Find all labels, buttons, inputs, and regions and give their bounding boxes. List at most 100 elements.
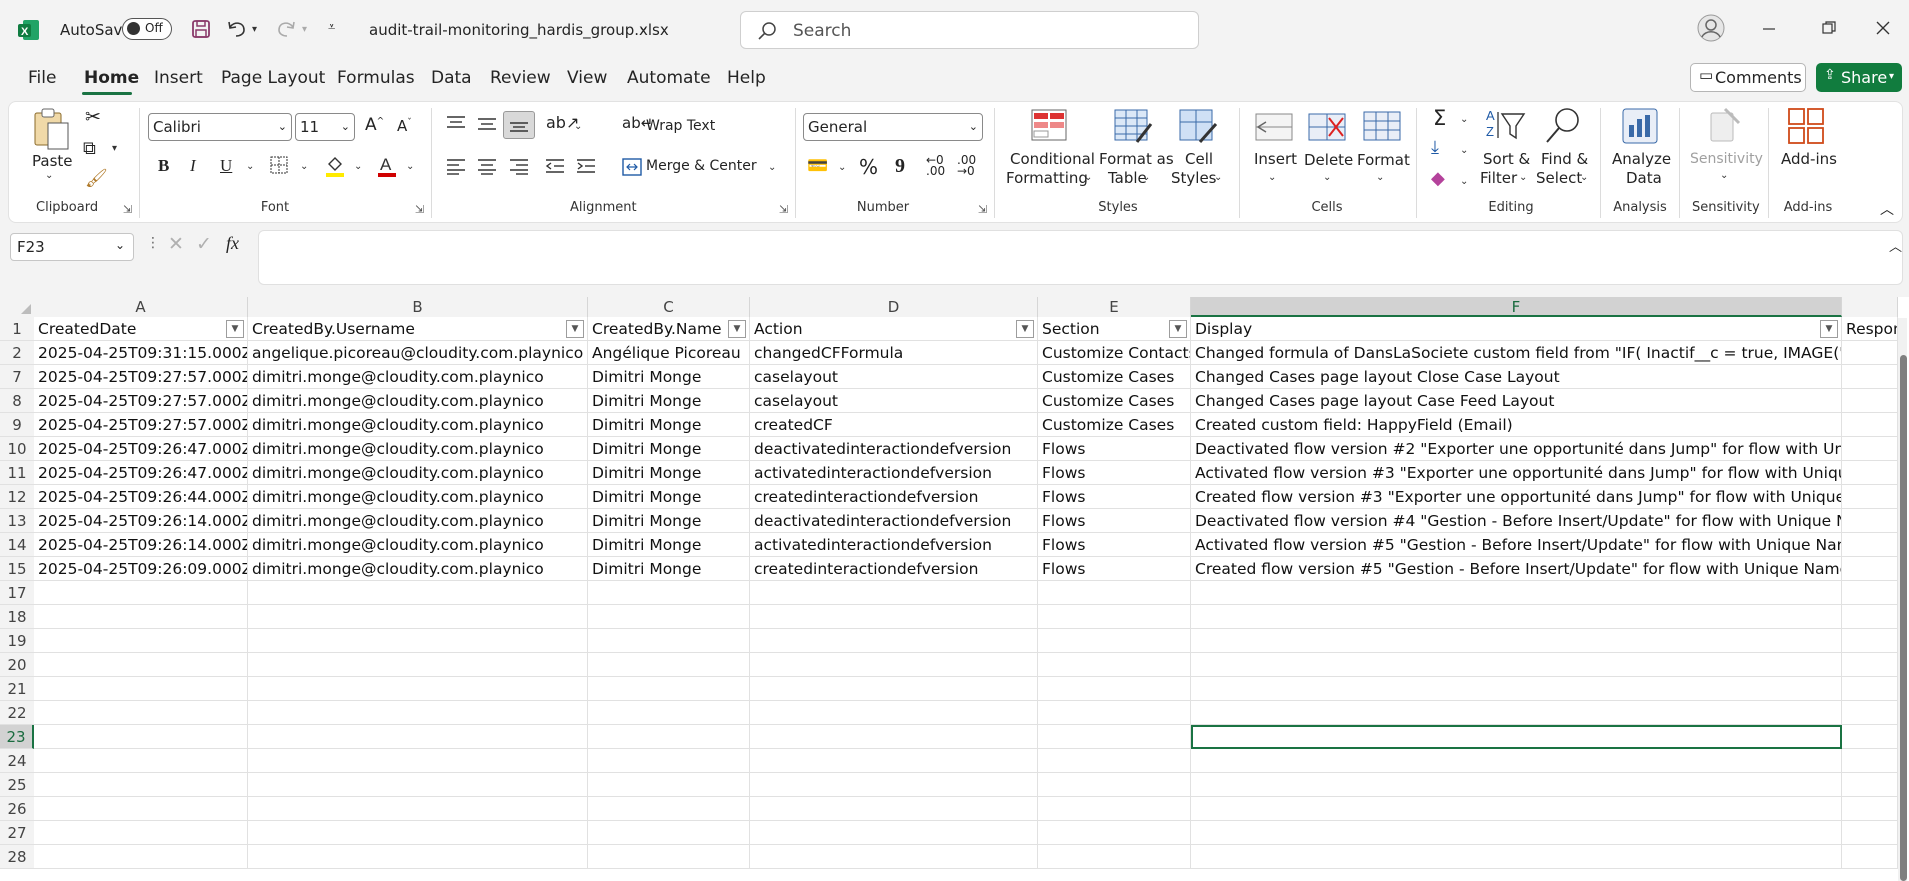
cell-e7[interactable]: Customize Cases bbox=[1038, 365, 1191, 389]
cell-a18[interactable] bbox=[34, 605, 248, 629]
cell-c27[interactable] bbox=[588, 821, 750, 845]
cell-b23[interactable] bbox=[248, 725, 588, 749]
cell-f18[interactable] bbox=[1191, 605, 1842, 629]
cell-f26[interactable] bbox=[1191, 797, 1842, 821]
percent-style-button[interactable]: % bbox=[859, 155, 878, 179]
row-header-7[interactable]: 7 bbox=[0, 365, 34, 389]
tab-insert[interactable]: Insert bbox=[154, 68, 203, 88]
cell-e8[interactable]: Customize Cases bbox=[1038, 389, 1191, 413]
header-cell-d[interactable]: Action bbox=[750, 317, 1038, 341]
delete-label[interactable]: Delete bbox=[1304, 151, 1353, 169]
customize-toolbar-icon[interactable]: ⩡ bbox=[328, 20, 335, 35]
cell-a10[interactable]: 2025-04-25T09:26:47.000Z bbox=[34, 437, 248, 461]
sort-filter-dropdown-icon[interactable]: ⌄ bbox=[1519, 172, 1527, 183]
cell-b27[interactable] bbox=[248, 821, 588, 845]
autosum-dropdown-icon[interactable]: ⌄ bbox=[1460, 114, 1468, 125]
row-header-27[interactable]: 27 bbox=[0, 821, 34, 845]
cell-d27[interactable] bbox=[750, 821, 1038, 845]
cell-g18[interactable] bbox=[1842, 605, 1898, 629]
cell-e21[interactable] bbox=[1038, 677, 1191, 701]
cell-g15[interactable] bbox=[1842, 557, 1898, 581]
cell-e9[interactable]: Customize Cases bbox=[1038, 413, 1191, 437]
cell-b19[interactable] bbox=[248, 629, 588, 653]
add-ins-label[interactable]: Add-ins bbox=[1781, 150, 1837, 168]
header-cell-f[interactable]: Display bbox=[1191, 317, 1842, 341]
cell-f9[interactable]: Created custom field: HappyField (Email) bbox=[1191, 413, 1842, 437]
header-cell-g[interactable]: Respon bbox=[1842, 317, 1898, 341]
align-middle-icon[interactable] bbox=[476, 114, 498, 132]
cell-c7[interactable]: Dimitri Monge bbox=[588, 365, 750, 389]
row-header-11[interactable]: 11 bbox=[0, 461, 34, 485]
header-cell-c[interactable]: CreatedBy.Name bbox=[588, 317, 750, 341]
cell-e19[interactable] bbox=[1038, 629, 1191, 653]
row-header-24[interactable]: 24 bbox=[0, 749, 34, 773]
find-select-label[interactable]: Find & bbox=[1541, 150, 1588, 168]
cell-g23[interactable] bbox=[1842, 725, 1898, 749]
wrap-text-button[interactable]: Wrap Text bbox=[646, 118, 715, 134]
cell-a25[interactable] bbox=[34, 773, 248, 797]
cell-a15[interactable]: 2025-04-25T09:26:09.000Z bbox=[34, 557, 248, 581]
cell-styles-icon[interactable] bbox=[1178, 108, 1218, 146]
cell-b24[interactable] bbox=[248, 749, 588, 773]
cell-g14[interactable] bbox=[1842, 533, 1898, 557]
cell-d7[interactable]: caselayout bbox=[750, 365, 1038, 389]
row-header-13[interactable]: 13 bbox=[0, 509, 34, 533]
fill-icon[interactable]: ⤓ bbox=[1431, 137, 1439, 158]
add-ins-icon[interactable] bbox=[1787, 107, 1825, 145]
increase-font-icon[interactable]: A^ bbox=[365, 115, 384, 135]
conditional-dropdown-icon[interactable]: ⌄ bbox=[1084, 172, 1092, 183]
format-table-dropdown-icon[interactable]: ⌄ bbox=[1142, 172, 1150, 183]
increase-indent-icon[interactable] bbox=[575, 157, 597, 175]
cell-g12[interactable] bbox=[1842, 485, 1898, 509]
cell-d18[interactable] bbox=[750, 605, 1038, 629]
underline-dropdown-icon[interactable]: ⌄ bbox=[246, 161, 254, 172]
cell-a28[interactable] bbox=[34, 845, 248, 869]
cell-e18[interactable] bbox=[1038, 605, 1191, 629]
alignment-launcher-icon[interactable]: ⇲ bbox=[779, 203, 788, 216]
row-header-8[interactable]: 8 bbox=[0, 389, 34, 413]
cell-g28[interactable] bbox=[1842, 845, 1898, 869]
cell-f22[interactable] bbox=[1191, 701, 1842, 725]
cell-g22[interactable] bbox=[1842, 701, 1898, 725]
cell-a24[interactable] bbox=[34, 749, 248, 773]
number-format-select[interactable]: General ⌄ bbox=[803, 113, 983, 141]
format-label[interactable]: Format bbox=[1357, 151, 1410, 169]
accounting-dropdown-icon[interactable]: ⌄ bbox=[838, 162, 846, 173]
cell-f2[interactable]: Changed formula of DansLaSociete custom … bbox=[1191, 341, 1842, 365]
cell-a12[interactable]: 2025-04-25T09:26:44.000Z bbox=[34, 485, 248, 509]
cell-c19[interactable] bbox=[588, 629, 750, 653]
name-box[interactable]: F23 ⌄ bbox=[10, 233, 134, 261]
cell-g21[interactable] bbox=[1842, 677, 1898, 701]
bold-button[interactable]: B bbox=[158, 156, 169, 176]
row-header-22[interactable]: 22 bbox=[0, 701, 34, 725]
row-header-2[interactable]: 2 bbox=[0, 341, 34, 365]
align-right-icon[interactable] bbox=[508, 157, 530, 175]
cell-f24[interactable] bbox=[1191, 749, 1842, 773]
cell-d21[interactable] bbox=[750, 677, 1038, 701]
redo-icon[interactable] bbox=[275, 19, 297, 39]
cell-g20[interactable] bbox=[1842, 653, 1898, 677]
cell-e27[interactable] bbox=[1038, 821, 1191, 845]
cell-d11[interactable]: activatedinteractiondefversion bbox=[750, 461, 1038, 485]
sort-filter-icon[interactable]: A Z bbox=[1486, 106, 1526, 144]
row-header-1[interactable]: 1 bbox=[0, 317, 34, 341]
cell-e28[interactable] bbox=[1038, 845, 1191, 869]
cell-c12[interactable]: Dimitri Monge bbox=[588, 485, 750, 509]
undo-icon[interactable] bbox=[226, 19, 248, 39]
cell-c24[interactable] bbox=[588, 749, 750, 773]
analyze-data-label[interactable]: Analyze bbox=[1612, 150, 1671, 168]
tab-formulas[interactable]: Formulas bbox=[337, 68, 415, 88]
italic-button[interactable]: I bbox=[190, 156, 196, 176]
cell-b25[interactable] bbox=[248, 773, 588, 797]
cell-a14[interactable]: 2025-04-25T09:26:14.000Z bbox=[34, 533, 248, 557]
cell-e20[interactable] bbox=[1038, 653, 1191, 677]
merge-dropdown-icon[interactable]: ⌄ bbox=[768, 162, 776, 173]
cell-b7[interactable]: dimitri.monge@cloudity.com.playnico bbox=[248, 365, 588, 389]
tab-home[interactable]: Home bbox=[84, 68, 139, 88]
cell-b22[interactable] bbox=[248, 701, 588, 725]
share-button[interactable]: ⇪ Share ▾ bbox=[1816, 63, 1902, 92]
cell-styles-label-2[interactable]: Styles bbox=[1171, 169, 1217, 187]
cell-g2[interactable] bbox=[1842, 341, 1898, 365]
merge-center-icon[interactable] bbox=[622, 158, 642, 176]
cell-d9[interactable]: createdCF bbox=[750, 413, 1038, 437]
